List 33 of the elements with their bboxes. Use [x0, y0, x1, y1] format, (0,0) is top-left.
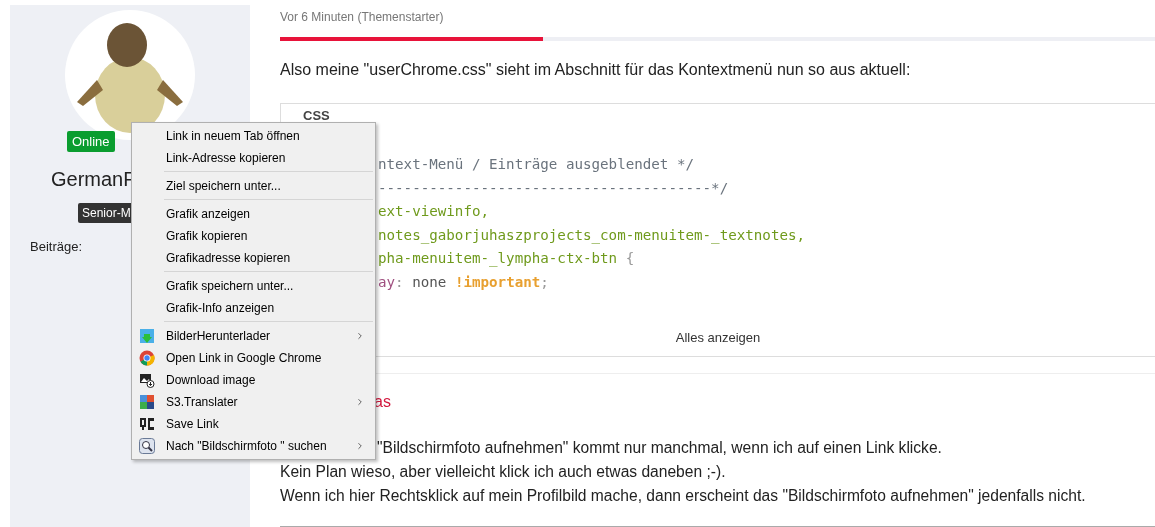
chevron-right-icon [355, 331, 365, 341]
reply-text: Kein Plan wieso, aber vielleicht klick ich auch etwas daneben ;-). [280, 462, 726, 482]
code-line: ay: none !important; [378, 272, 550, 292]
menu-item[interactable]: Grafikadresse kopieren [132, 247, 375, 269]
post-text: Also meine "userChrome.css" sieht im Abschnitt für das Kontextmenü nun so aus aktuell: [280, 61, 911, 79]
menu-item[interactable]: Grafik speichern unter... [132, 275, 375, 297]
code-line: ---------------------------------------*/ [378, 178, 730, 198]
menu-item[interactable]: Link in neuem Tab öffnen [132, 125, 375, 147]
menu-item[interactable]: Link-Adresse kopieren [132, 147, 375, 169]
code-line: ext-viewinfo, [378, 202, 491, 222]
code-line: notes_gaborjuhaszprojects_com-menuitem-_textnotes, [378, 225, 806, 246]
code-language: CSS [303, 108, 330, 123]
chevron-right-icon [355, 397, 365, 407]
online-badge: Online [67, 131, 115, 152]
menu-item[interactable]: Nach "Bildschirmfoto " suchen [132, 435, 375, 457]
reply-text: Wenn ich hier Rechtsklick auf mein Profilbild mache, dann erscheint das "Bildschirmfoto aufnehmen" jedenfalls nicht. [280, 486, 1086, 506]
translate-icon [139, 394, 155, 410]
chrome-icon [139, 350, 155, 366]
menu-item[interactable]: Grafik anzeigen [132, 203, 375, 225]
magnifier-icon [139, 438, 155, 454]
post-time: Vor 6 Minuten (Themenstarter) [280, 10, 444, 24]
chevron-right-icon [355, 441, 365, 451]
reply-text: "Bildschirmfoto aufnehmen" kommt nur manchmal, wenn ich auf einen Link klicke. [377, 438, 942, 458]
posts-label: Beiträge: [30, 239, 83, 254]
code-line: ntext-Menü / Einträge ausgeblendet */ [378, 155, 696, 174]
menu-item[interactable]: Grafik kopieren [132, 225, 375, 247]
menu-item[interactable]: S3.Translater [132, 391, 375, 413]
code-line: pha-menuitem-_lympha-ctx-btn { [378, 249, 636, 269]
menu-item[interactable]: Save Link [132, 413, 375, 435]
menu-item[interactable]: Download image [132, 369, 375, 391]
qr-icon [139, 416, 155, 432]
menu-item[interactable]: Grafik-Info anzeigen [132, 297, 375, 319]
image-download-icon [139, 372, 155, 388]
